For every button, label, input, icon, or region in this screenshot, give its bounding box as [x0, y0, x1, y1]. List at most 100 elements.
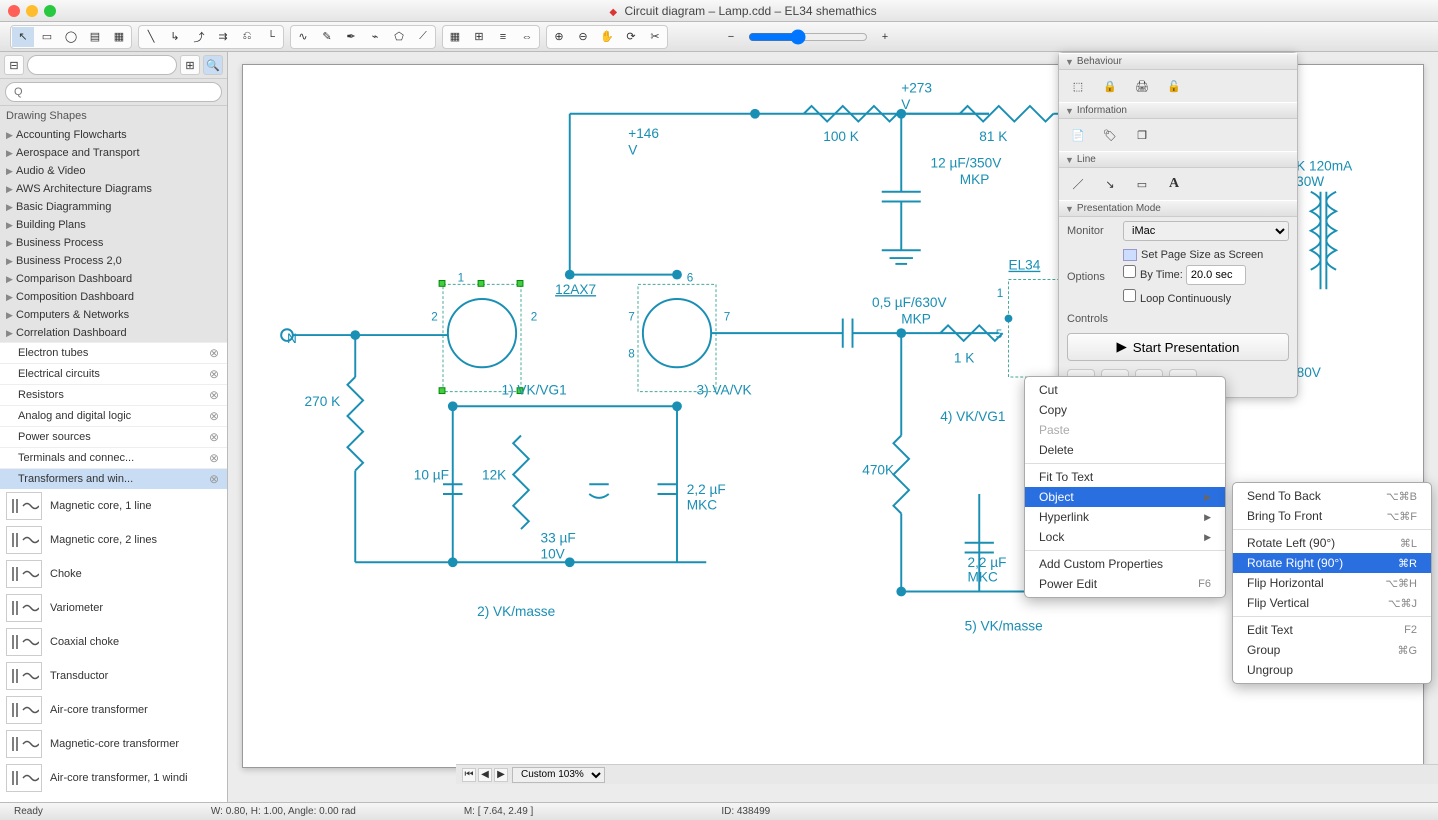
free-tool[interactable]: ✎	[316, 27, 338, 47]
submenu-item[interactable]: Send To Back⌥⌘B	[1233, 486, 1431, 506]
page-first[interactable]: ⏮	[462, 768, 476, 782]
grid-tool[interactable]: ▦	[444, 27, 466, 47]
zoom-plus[interactable]: +	[874, 27, 896, 47]
curve-tool[interactable]: ∿	[292, 27, 314, 47]
shape-search-input[interactable]	[5, 82, 222, 102]
category-item[interactable]: ▶Basic Diagramming	[0, 198, 227, 216]
category-item[interactable]: ▶Accounting Flowcharts	[0, 126, 227, 144]
close-icon[interactable]: ⊗	[209, 430, 219, 444]
start-presentation-button[interactable]: ▶Start Presentation	[1067, 333, 1289, 361]
page-prev[interactable]: ◀	[478, 768, 492, 782]
by-time-checkbox[interactable]	[1123, 265, 1136, 278]
rotate-tool[interactable]: ⟳	[620, 27, 642, 47]
menu-item[interactable]: Delete	[1025, 440, 1225, 460]
zoom-out-icon[interactable]: ⊖	[572, 27, 594, 47]
shape-item[interactable]: Choke	[0, 557, 227, 591]
submenu-item[interactable]: Flip Horizontal⌥⌘H	[1233, 573, 1431, 593]
note-icon[interactable]: 📄	[1067, 125, 1089, 145]
snap-tool[interactable]: ⊞	[468, 27, 490, 47]
pointer-tool[interactable]: ↖	[12, 27, 34, 47]
orth-tool[interactable]: └	[260, 27, 282, 47]
close-icon[interactable]: ⊗	[209, 388, 219, 402]
close-icon[interactable]: ⊗	[209, 451, 219, 465]
menu-item[interactable]: Copy	[1025, 400, 1225, 420]
close-icon[interactable]: ⊗	[209, 367, 219, 381]
menu-item[interactable]: Power EditF6	[1025, 574, 1225, 594]
shape-item[interactable]: Magnetic core, 2 lines	[0, 523, 227, 557]
category-item[interactable]: ▶Business Process 2,0	[0, 252, 227, 270]
poly-tool[interactable]: ⬠	[388, 27, 410, 47]
conn-tool[interactable]: ↳	[164, 27, 186, 47]
layers-icon[interactable]: ❐	[1131, 125, 1153, 145]
menu-item[interactable]: Fit To Text	[1025, 467, 1225, 487]
menu-item[interactable]: Hyperlink	[1025, 507, 1225, 527]
multi-tool[interactable]: ⇉	[212, 27, 234, 47]
select-bounds-icon[interactable]: ⬚	[1067, 76, 1089, 96]
lock-icon[interactable]: 🔒	[1099, 76, 1121, 96]
shape-item[interactable]: Magnetic core, 1 line	[0, 489, 227, 523]
stencil-item[interactable]: Transformers and win...⊗	[0, 468, 227, 489]
submenu-item[interactable]: Bring To Front⌥⌘F	[1233, 506, 1431, 526]
line-section[interactable]: ▼Line	[1059, 151, 1297, 168]
page-next[interactable]: ▶	[494, 768, 508, 782]
category-item[interactable]: ▶Correlation Dashboard	[0, 324, 227, 342]
library-search[interactable]	[27, 55, 177, 75]
library-grid-toggle[interactable]: ⊞	[180, 55, 200, 75]
loop-checkbox[interactable]	[1123, 289, 1136, 302]
print-icon[interactable]: 🖨	[1131, 76, 1153, 96]
shape-item[interactable]: Transductor	[0, 659, 227, 693]
zoom-minus[interactable]: −	[720, 27, 742, 47]
hand-tool[interactable]: ✋	[596, 27, 618, 47]
line-tool[interactable]: ╲	[140, 27, 162, 47]
shape-item[interactable]: Variometer	[0, 591, 227, 625]
line-style-icon[interactable]: ／	[1067, 174, 1089, 194]
submenu-item[interactable]: Edit TextF2	[1233, 620, 1431, 640]
shape-item[interactable]: Air-core transformer, 1 windi	[0, 761, 227, 795]
presentation-section[interactable]: ▼Presentation Mode	[1059, 200, 1297, 217]
submenu-item[interactable]: Flip Vertical⌥⌘J	[1233, 593, 1431, 613]
line-end-icon[interactable]: ↘	[1099, 174, 1121, 194]
behaviour-section[interactable]: ▼Behaviour	[1059, 53, 1297, 70]
arc-tool[interactable]: ⤴	[188, 27, 210, 47]
pen-tool[interactable]: ✒	[340, 27, 362, 47]
zoom-select[interactable]: Custom 103%	[512, 767, 605, 783]
line-fill-icon[interactable]: ▭	[1131, 174, 1153, 194]
zoom-icon[interactable]	[44, 5, 56, 17]
category-item[interactable]: ▶Building Plans	[0, 216, 227, 234]
category-item[interactable]: ▶Composition Dashboard	[0, 288, 227, 306]
monitor-select[interactable]: iMac	[1123, 221, 1289, 241]
submenu-item[interactable]: Rotate Left (90°)⌘L	[1233, 533, 1431, 553]
close-icon[interactable]: ⊗	[209, 472, 219, 486]
submenu-item[interactable]: Rotate Right (90°)⌘R	[1233, 553, 1431, 573]
by-time-value[interactable]	[1186, 265, 1246, 285]
zoom-slider[interactable]	[748, 29, 868, 45]
stencil-item[interactable]: Electrical circuits⊗	[0, 363, 227, 384]
rect-tool[interactable]: ▭	[36, 27, 58, 47]
menu-item[interactable]: Add Custom Properties	[1025, 554, 1225, 574]
dist-tool[interactable]: ⇔	[516, 27, 538, 47]
stencil-item[interactable]: Electron tubes⊗	[0, 342, 227, 363]
route-tool[interactable]: ⎌	[236, 27, 258, 47]
bezier-tool[interactable]: ⌁	[364, 27, 386, 47]
category-item[interactable]: ▶Aerospace and Transport	[0, 144, 227, 162]
close-icon[interactable]: ⊗	[209, 409, 219, 423]
category-item[interactable]: ▶Audio & Video	[0, 162, 227, 180]
library-tree-toggle[interactable]: ⊟	[4, 55, 24, 75]
stencil-item[interactable]: Power sources⊗	[0, 426, 227, 447]
zoom-in-icon[interactable]: ⊕	[548, 27, 570, 47]
library-search-toggle[interactable]: 🔍	[203, 55, 223, 75]
tag-icon[interactable]: 🏷	[1099, 125, 1121, 145]
text-tool[interactable]: ▤	[84, 27, 106, 47]
ellipse-tool[interactable]: ◯	[60, 27, 82, 47]
stencil-item[interactable]: Resistors⊗	[0, 384, 227, 405]
opt-pagesize[interactable]: Set Page Size as Screen	[1141, 249, 1263, 261]
submenu-item[interactable]: Ungroup	[1233, 660, 1431, 680]
shape-item[interactable]: Magnetic-core transformer	[0, 727, 227, 761]
stencil-item[interactable]: Terminals and connec...⊗	[0, 447, 227, 468]
submenu-item[interactable]: Group⌘G	[1233, 640, 1431, 660]
shape-item[interactable]: Coaxial choke	[0, 625, 227, 659]
menu-item[interactable]: Object	[1025, 487, 1225, 507]
shape-item[interactable]: Air-core transformer	[0, 693, 227, 727]
unlock-icon[interactable]: 🔓	[1163, 76, 1185, 96]
menu-item[interactable]: Lock	[1025, 527, 1225, 547]
